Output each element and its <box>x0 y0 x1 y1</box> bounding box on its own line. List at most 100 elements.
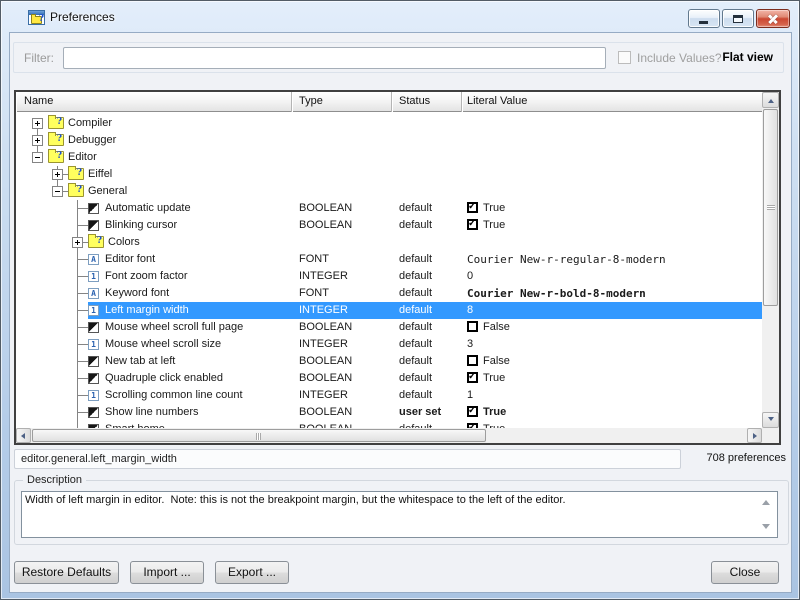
preference-status <box>399 166 465 183</box>
tree-guide <box>28 421 48 428</box>
preference-status <box>399 183 465 200</box>
table-row[interactable]: ?Colors <box>16 234 762 251</box>
table-row[interactable]: ?Compiler <box>16 115 762 132</box>
table-row[interactable]: AKeyword fontFONTdefaultCourier New-r-bo… <box>16 285 762 302</box>
tree-guide <box>28 268 48 285</box>
preference-status: default <box>399 370 465 387</box>
filter-bar: Filter: Include Values? Flat view <box>13 42 784 73</box>
table-row[interactable]: Show line numbersBOOLEANuser set✓True <box>16 404 762 421</box>
scroll-left-icon <box>21 433 25 439</box>
expand-icon[interactable] <box>32 118 43 129</box>
export-button[interactable]: Export ... <box>215 561 289 584</box>
tree-guide <box>28 115 48 132</box>
preference-name: Compiler <box>68 115 112 132</box>
import-button[interactable]: Import ... <box>130 561 204 584</box>
preference-value: ✓True <box>467 370 762 387</box>
description-box[interactable]: Width of left margin in editor. Note: th… <box>21 491 778 538</box>
checked-checkbox-icon[interactable]: ✓ <box>467 202 478 213</box>
tree-guide <box>28 336 48 353</box>
tree-guide <box>28 217 48 234</box>
preference-value: 3 <box>467 336 762 353</box>
tree-guide <box>28 132 48 149</box>
preferences-window: ? Preferences Filter: Include Values? Fl… <box>0 0 800 600</box>
table-row[interactable]: Smart homeBOOLEANdefault✓True <box>16 421 762 428</box>
integer-icon: 1 <box>88 339 99 350</box>
preference-type: INTEGER <box>299 302 397 319</box>
table-row[interactable]: ?General <box>16 183 762 200</box>
table-row[interactable]: 1Mouse wheel scroll sizeINTEGERdefault3 <box>16 336 762 353</box>
tree-guide <box>28 234 48 251</box>
scroll-down-button[interactable] <box>762 412 779 428</box>
unchecked-checkbox-icon[interactable] <box>467 355 478 366</box>
filter-input[interactable] <box>63 47 606 69</box>
table-row[interactable]: 1Font zoom factorINTEGERdefault0 <box>16 268 762 285</box>
tree-guide <box>28 200 48 217</box>
expand-icon[interactable] <box>72 237 83 248</box>
vertical-scrollbar-thumb[interactable] <box>763 109 778 306</box>
horizontal-scrollbar-thumb[interactable] <box>32 429 486 442</box>
close-dialog-button[interactable]: Close <box>711 561 779 584</box>
collapse-icon[interactable] <box>52 186 63 197</box>
checked-checkbox-icon[interactable]: ✓ <box>467 372 478 383</box>
preference-name: Editor <box>68 149 97 166</box>
description-scroll-down-icon[interactable] <box>762 524 770 529</box>
tree-guide <box>28 353 48 370</box>
tree-guide <box>68 319 88 336</box>
tree-guide <box>68 336 88 353</box>
preference-status: default <box>399 285 465 302</box>
preference-value: Courier New-r-bold-8-modern <box>467 285 762 302</box>
column-header-status[interactable]: Status <box>392 92 462 112</box>
table-row[interactable]: Quadruple click enabledBOOLEANdefault✓Tr… <box>16 370 762 387</box>
preference-name: General <box>88 183 127 200</box>
horizontal-scrollbar[interactable] <box>16 428 762 443</box>
preference-type: BOOLEAN <box>299 421 397 428</box>
flat-view-toggle[interactable]: Flat view <box>722 50 773 64</box>
preference-name: Mouse wheel scroll full page <box>105 319 243 336</box>
maximize-button[interactable] <box>722 9 754 28</box>
preference-type <box>299 234 397 251</box>
expand-icon[interactable] <box>52 169 63 180</box>
checked-checkbox-icon[interactable]: ✓ <box>467 219 478 230</box>
description-scroll-up-icon[interactable] <box>762 500 770 505</box>
column-header-type[interactable]: Type <box>292 92 392 112</box>
scroll-left-button[interactable] <box>16 428 31 443</box>
checked-checkbox-icon[interactable]: ✓ <box>467 406 478 417</box>
tree-guide <box>48 353 68 370</box>
scroll-right-button[interactable] <box>747 428 762 443</box>
unchecked-checkbox-icon[interactable] <box>467 321 478 332</box>
preference-type: INTEGER <box>299 268 397 285</box>
preference-value: False <box>467 319 762 336</box>
minimize-icon <box>699 21 708 24</box>
preference-value <box>467 132 762 149</box>
expand-icon[interactable] <box>32 135 43 146</box>
table-row[interactable]: New tab at leftBOOLEANdefaultFalse <box>16 353 762 370</box>
column-header-name[interactable]: Name <box>16 92 292 112</box>
boolean-icon <box>88 220 99 231</box>
tree-guide <box>28 387 48 404</box>
table-row[interactable]: Mouse wheel scroll full pageBOOLEANdefau… <box>16 319 762 336</box>
scroll-up-button[interactable] <box>762 92 779 108</box>
preference-value: 0 <box>467 268 762 285</box>
include-values-checkbox[interactable] <box>618 51 631 64</box>
vertical-scrollbar[interactable] <box>762 92 779 428</box>
table-row[interactable]: ?Eiffel <box>16 166 762 183</box>
maximize-icon <box>733 15 743 23</box>
minimize-button[interactable] <box>688 9 720 28</box>
table-row[interactable]: 1Left margin widthINTEGERdefault8 <box>16 302 762 319</box>
tree-guide <box>28 149 48 166</box>
preference-count: 708 preferences <box>707 452 787 464</box>
collapse-icon[interactable] <box>32 152 43 163</box>
table-row[interactable]: AEditor fontFONTdefaultCourier New-r-reg… <box>16 251 762 268</box>
preference-name: Show line numbers <box>105 404 199 421</box>
preference-type: BOOLEAN <box>299 319 397 336</box>
table-row[interactable]: Automatic updateBOOLEANdefault✓True <box>16 200 762 217</box>
close-button[interactable] <box>756 9 790 28</box>
column-header-literal[interactable]: Literal Value <box>462 92 762 112</box>
table-row[interactable]: ?Debugger <box>16 132 762 149</box>
table-row[interactable]: ?Editor <box>16 149 762 166</box>
filter-label: Filter: <box>24 51 54 65</box>
restore-defaults-button[interactable]: Restore Defaults <box>14 561 119 584</box>
table-row[interactable]: Blinking cursorBOOLEANdefault✓True <box>16 217 762 234</box>
table-row[interactable]: 1Scrolling common line countINTEGERdefau… <box>16 387 762 404</box>
titlebar[interactable]: ? Preferences <box>1 1 799 32</box>
